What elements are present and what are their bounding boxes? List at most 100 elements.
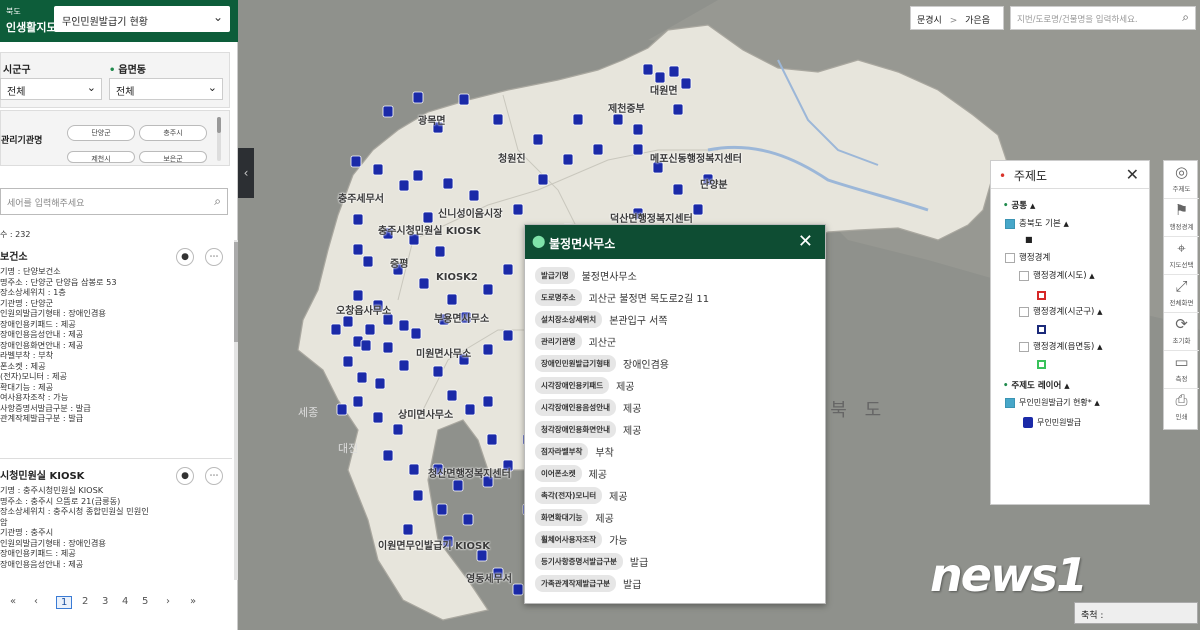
kiosk-marker-icon[interactable] (592, 143, 604, 156)
kiosk-marker-icon[interactable] (372, 163, 384, 176)
kiosk-marker-icon[interactable] (672, 103, 684, 116)
page-prev-button[interactable]: ‹ (34, 596, 38, 607)
kiosk-marker-icon[interactable] (512, 583, 524, 596)
base-layer-toggle[interactable]: 충북도 기본 ▲ (1005, 217, 1069, 229)
page-button[interactable]: 5 (142, 596, 148, 607)
kiosk-marker-icon[interactable] (512, 203, 524, 216)
scale-selector[interactable]: 축척 : (1074, 602, 1198, 624)
kiosk-marker-icon[interactable] (336, 403, 348, 416)
checkbox[interactable] (1019, 270, 1029, 281)
breadcrumb-city[interactable]: 문경시 (917, 16, 942, 26)
kiosk-marker-icon[interactable] (672, 183, 684, 196)
search-icon[interactable]: ⌕ (1182, 10, 1189, 25)
kiosk-marker-icon[interactable] (392, 423, 404, 436)
kiosk-marker-icon[interactable] (412, 91, 424, 104)
kiosk-marker-icon[interactable] (352, 243, 364, 256)
kiosk-marker-icon[interactable] (418, 277, 430, 290)
kiosk-marker-icon[interactable] (350, 155, 362, 168)
kiosk-marker-icon[interactable] (364, 323, 376, 336)
checkbox[interactable] (1005, 252, 1015, 263)
checkbox-checked[interactable] (1005, 397, 1015, 408)
close-icon[interactable]: ✕ (798, 231, 813, 252)
kiosk-marker-icon[interactable] (352, 213, 364, 226)
eupmyeondong-select[interactable]: 전체 ⌄ (109, 78, 223, 100)
checkbox[interactable] (1019, 306, 1029, 317)
kiosk-marker-icon[interactable] (412, 489, 424, 502)
kiosk-marker-icon[interactable] (502, 329, 514, 342)
kiosk-marker-icon[interactable] (398, 359, 410, 372)
more-options-icon[interactable]: ⋯ (205, 467, 223, 485)
sigungu-select[interactable]: 전체 ⌄ (0, 78, 102, 100)
kiosk-marker-icon[interactable] (668, 65, 680, 78)
kiosk-marker-icon[interactable] (408, 463, 420, 476)
org-chip[interactable]: 단양군 (67, 125, 135, 141)
layer-select[interactable]: 무인민원발급기 현황 ⌄ (54, 6, 230, 32)
kiosk-marker-icon[interactable] (458, 93, 470, 106)
kiosk-marker-icon[interactable] (612, 113, 624, 126)
list-item[interactable]: 시청민원실 KIOSK ● ⋯ 기명 : 충주시청민원실 KIOSK 명주소 :… (0, 467, 232, 580)
kiosk-marker-icon[interactable] (642, 63, 654, 76)
kiosk-marker-icon[interactable] (446, 293, 458, 306)
admin-sido-toggle[interactable]: 행정경계(시도) ▲ (1019, 269, 1095, 281)
kiosk-marker-icon[interactable] (680, 77, 692, 90)
close-icon[interactable]: ✕ (1126, 165, 1139, 184)
kiosk-marker-icon[interactable] (462, 513, 474, 526)
list-item[interactable]: 보건소 ● ⋯ 기명 : 단양보건소 명주소 : 단양군 단양읍 삼봉로 53 … (0, 248, 232, 424)
panel-collapse-button[interactable]: ‹ (238, 148, 254, 198)
kiosk-marker-icon[interactable] (342, 355, 354, 368)
admin-boundary-toggle[interactable]: 행정경계 (1005, 251, 1050, 263)
kiosk-marker-icon[interactable] (502, 263, 514, 276)
kiosk-marker-icon[interactable] (362, 255, 374, 268)
checkbox-checked[interactable] (1005, 218, 1015, 229)
kiosk-marker-icon[interactable] (468, 189, 480, 202)
kiosk-marker-icon[interactable] (330, 323, 342, 336)
org-scrollbar[interactable] (217, 117, 221, 161)
breadcrumb-dong[interactable]: 가은읍 (965, 16, 990, 26)
kiosk-marker-icon[interactable] (374, 377, 386, 390)
tool-admin-boundary[interactable]: ⚑ 행정경계 (1164, 199, 1199, 237)
org-chip[interactable]: 제천시 (67, 151, 135, 163)
kiosk-marker-icon[interactable] (432, 365, 444, 378)
kiosk-marker-icon[interactable] (482, 343, 494, 356)
kiosk-marker-icon[interactable] (572, 113, 584, 126)
kiosk-marker-icon[interactable] (482, 395, 494, 408)
page-button[interactable]: 3 (102, 596, 108, 607)
kiosk-marker-icon[interactable] (486, 433, 498, 446)
common-group-label[interactable]: • 공통 ▲ (1003, 199, 1035, 211)
admin-sigungu-toggle[interactable]: 행정경계(시군구) ▲ (1019, 305, 1102, 317)
page-button[interactable]: 4 (122, 596, 128, 607)
org-chip[interactable]: 보은군 (139, 151, 207, 163)
kiosk-marker-icon[interactable] (360, 339, 372, 352)
search-icon[interactable]: ⌕ (214, 194, 221, 209)
kiosk-layer-toggle[interactable]: 무인민원발급기 현황* ▲ (1005, 397, 1100, 408)
kiosk-marker-icon[interactable] (356, 371, 368, 384)
admin-emd-toggle[interactable]: 행정경계(읍면동) ▲ (1019, 340, 1102, 352)
tool-measure[interactable]: ▭ 측정 (1164, 351, 1199, 389)
page-next-button[interactable]: › (166, 596, 170, 607)
tool-print[interactable]: ⎙ 인쇄 (1164, 389, 1199, 427)
kiosk-marker-icon[interactable] (446, 389, 458, 402)
kiosk-marker-icon[interactable] (398, 319, 410, 332)
page-last-button[interactable]: » (190, 596, 196, 607)
kiosk-marker-icon[interactable] (537, 173, 549, 186)
tool-theme[interactable]: ◎ 주제도 (1164, 161, 1199, 199)
kiosk-marker-icon[interactable] (352, 289, 364, 302)
location-pin-icon[interactable]: ● (176, 248, 194, 266)
region-breadcrumb[interactable]: 문경시 > 가은읍 (910, 6, 1004, 30)
tool-map-select[interactable]: ⌖ 지도선택 (1164, 237, 1199, 275)
kiosk-marker-icon[interactable] (382, 105, 394, 118)
kiosk-marker-icon[interactable] (562, 153, 574, 166)
kiosk-marker-icon[interactable] (452, 479, 464, 492)
more-options-icon[interactable]: ⋯ (205, 248, 223, 266)
kiosk-marker-icon[interactable] (342, 315, 354, 328)
kiosk-marker-icon[interactable] (402, 523, 414, 536)
kiosk-marker-icon[interactable] (492, 113, 504, 126)
page-button[interactable]: 1 (56, 596, 73, 609)
location-pin-icon[interactable]: ● (176, 467, 194, 485)
checkbox[interactable] (1019, 341, 1029, 352)
theme-layer-group-label[interactable]: • 주제도 레이어 ▲ (1003, 379, 1070, 391)
org-chip[interactable]: 충주시 (139, 125, 207, 141)
page-first-button[interactable]: « (10, 596, 16, 607)
tool-reset[interactable]: ⟳ 초기화 (1164, 313, 1199, 351)
address-search-input[interactable]: 지번/도로명/건물명을 입력하세요. ⌕ (1010, 6, 1196, 30)
